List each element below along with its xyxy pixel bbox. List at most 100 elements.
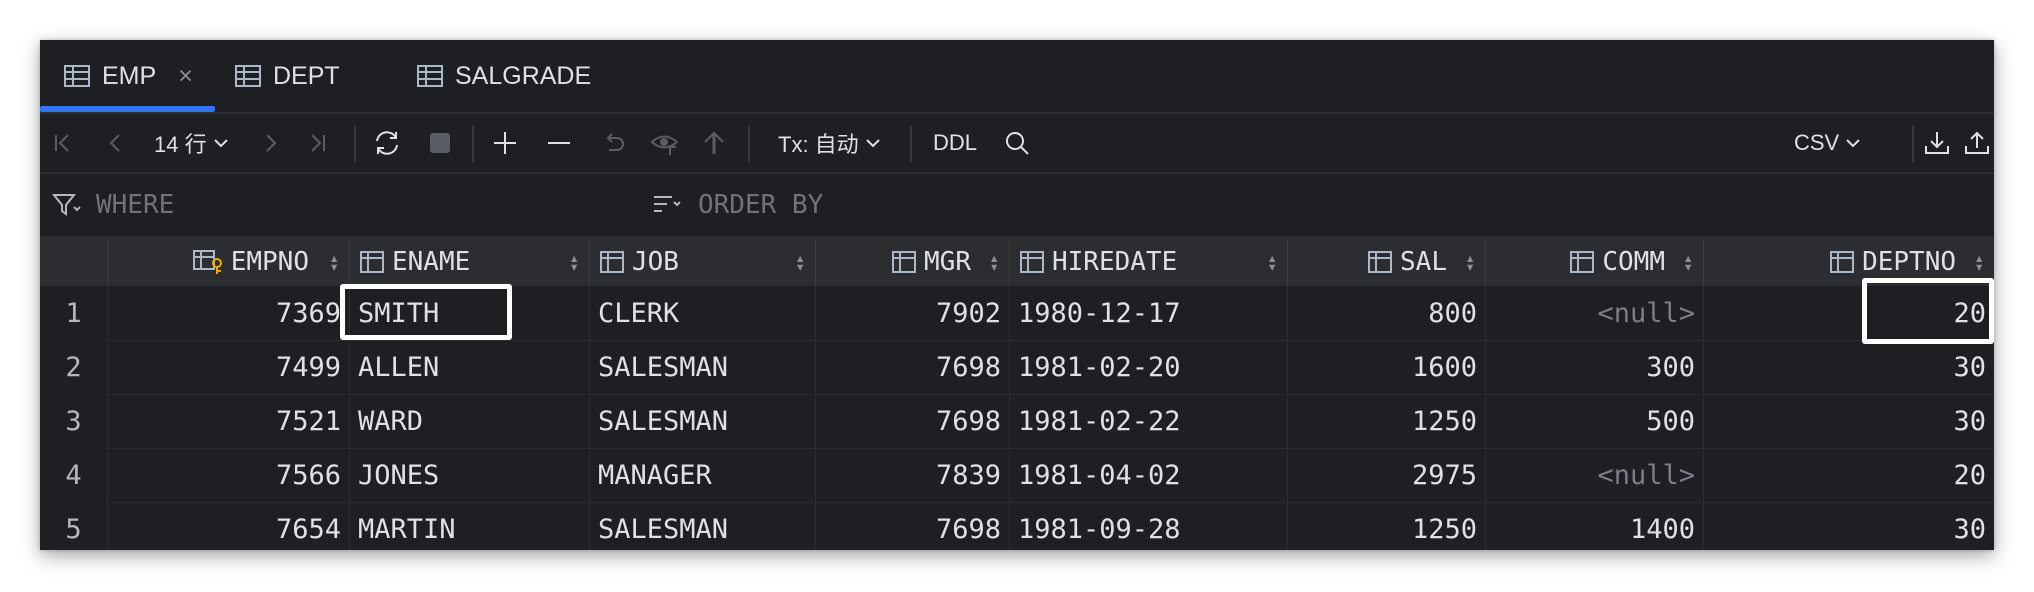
filter-icon[interactable]	[52, 174, 82, 236]
cell-sal[interactable]: 1250	[1288, 502, 1486, 550]
tab-emp[interactable]: EMP ×	[64, 40, 193, 112]
cell-deptno[interactable]: 30	[1704, 502, 1994, 550]
cell-comm[interactable]: 300	[1486, 340, 1704, 394]
upload-icon[interactable]	[1964, 114, 1990, 172]
cell-job[interactable]: SALESMAN	[590, 502, 816, 550]
toolbar-divider	[1912, 126, 1914, 162]
cell-ename[interactable]: MARTIN	[350, 502, 590, 550]
table-row[interactable]: 5 7654 MARTIN SALESMAN 7698 1981-09-28 1…	[40, 502, 1994, 550]
transaction-mode-dropdown[interactable]: Tx: 自动	[778, 114, 881, 172]
last-page-icon[interactable]	[306, 114, 328, 172]
transaction-mode-label: Tx: 自动	[778, 132, 859, 157]
where-input[interactable]: WHERE	[96, 174, 656, 236]
column-header-job[interactable]: JOB ▴ ▾	[590, 238, 816, 286]
table-row[interactable]: 1 7369 SMITH CLERK 7902 1980-12-17 800 <…	[40, 286, 1994, 341]
table-icon	[235, 65, 261, 87]
sort-toggle-icon[interactable]: ▴ ▾	[1683, 250, 1693, 275]
table-row[interactable]: 2 7499 ALLEN SALESMAN 7698 1981-02-20 16…	[40, 340, 1994, 395]
cell-mgr[interactable]: 7902	[816, 286, 1010, 340]
row-number[interactable]: 3	[40, 394, 108, 448]
cell-sal[interactable]: 2975	[1288, 448, 1486, 502]
cell-sal[interactable]: 1250	[1288, 394, 1486, 448]
column-header-ename[interactable]: ENAME ▴ ▾	[350, 238, 590, 286]
revert-icon[interactable]	[600, 114, 626, 172]
table-row[interactable]: 4 7566 JONES MANAGER 7839 1981-04-02 297…	[40, 448, 1994, 503]
row-number[interactable]: 5	[40, 502, 108, 550]
toolbar-divider	[354, 126, 356, 162]
stop-icon[interactable]	[428, 114, 452, 172]
tab-dept[interactable]: DEPT	[235, 40, 340, 112]
tab-label: DEPT	[273, 61, 340, 90]
column-header-mgr[interactable]: MGR ▴ ▾	[816, 238, 1010, 286]
cell-deptno[interactable]: 30	[1704, 340, 1994, 394]
primary-key-column-icon	[192, 249, 225, 275]
add-row-icon[interactable]	[492, 114, 518, 172]
tab-salgrade[interactable]: SALGRADE	[417, 40, 591, 112]
next-page-icon[interactable]	[260, 114, 282, 172]
row-number[interactable]: 4	[40, 448, 108, 502]
column-header-hiredate[interactable]: HIREDATE ▴ ▾	[1010, 238, 1288, 286]
search-icon[interactable]	[1004, 114, 1030, 172]
row-count-dropdown[interactable]: 14 行	[154, 114, 229, 172]
cell-ename[interactable]: JONES	[350, 448, 590, 502]
sort-toggle-icon[interactable]: ▴ ▾	[329, 250, 339, 275]
cell-sal[interactable]: 1600	[1288, 340, 1486, 394]
previous-page-icon[interactable]	[104, 114, 126, 172]
close-icon[interactable]: ×	[178, 62, 193, 91]
cell-hiredate[interactable]: 1981-04-02	[1010, 448, 1288, 502]
cell-ename[interactable]: WARD	[350, 394, 590, 448]
sort-toggle-icon[interactable]: ▴ ▾	[795, 250, 805, 275]
cell-deptno[interactable]: 30	[1704, 394, 1994, 448]
column-header-empno[interactable]: EMPNO ▴ ▾	[108, 238, 350, 286]
table-row[interactable]: 3 7521 WARD SALESMAN 7698 1981-02-22 125…	[40, 394, 1994, 449]
cell-empno[interactable]: 7566	[108, 448, 350, 502]
cell-job[interactable]: CLERK	[590, 286, 816, 340]
cell-empno[interactable]: 7521	[108, 394, 350, 448]
cell-sal[interactable]: 800	[1288, 286, 1486, 340]
sort-toggle-icon[interactable]: ▴ ▾	[1465, 250, 1475, 275]
delete-row-icon[interactable]	[546, 114, 572, 172]
cell-mgr[interactable]: 7698	[816, 340, 1010, 394]
cell-empno[interactable]: 7499	[108, 340, 350, 394]
cell-mgr[interactable]: 7698	[816, 394, 1010, 448]
cell-mgr[interactable]: 7698	[816, 502, 1010, 550]
preview-changes-icon[interactable]	[650, 114, 680, 172]
cell-hiredate[interactable]: 1980-12-17	[1010, 286, 1288, 340]
cell-empno[interactable]: 7369	[108, 286, 350, 340]
cell-comm[interactable]: <null>	[1486, 448, 1704, 502]
chevron-down-icon	[1845, 137, 1861, 149]
cell-job[interactable]: SALESMAN	[590, 340, 816, 394]
sort-icon[interactable]	[652, 174, 682, 236]
cell-hiredate[interactable]: 1981-02-22	[1010, 394, 1288, 448]
sort-toggle-icon[interactable]: ▴ ▾	[569, 250, 579, 275]
column-header-comm[interactable]: COMM ▴ ▾	[1486, 238, 1704, 286]
column-header-sal[interactable]: SAL ▴ ▾	[1288, 238, 1486, 286]
export-format-dropdown[interactable]: CSV	[1794, 114, 1861, 172]
order-by-input[interactable]: ORDER BY	[698, 174, 1898, 236]
export-format-label: CSV	[1794, 130, 1840, 155]
cell-comm[interactable]: 500	[1486, 394, 1704, 448]
download-icon[interactable]	[1924, 114, 1950, 172]
highlight-box-ename	[340, 284, 512, 340]
row-number[interactable]: 2	[40, 340, 108, 394]
cell-ename[interactable]: ALLEN	[350, 340, 590, 394]
cell-hiredate[interactable]: 1981-02-20	[1010, 340, 1288, 394]
cell-job[interactable]: SALESMAN	[590, 394, 816, 448]
submit-icon[interactable]	[702, 114, 726, 172]
cell-deptno[interactable]: 20	[1704, 448, 1994, 502]
cell-mgr[interactable]: 7839	[816, 448, 1010, 502]
cell-hiredate[interactable]: 1981-09-28	[1010, 502, 1288, 550]
sort-toggle-icon[interactable]: ▴ ▾	[1267, 250, 1277, 275]
first-page-icon[interactable]	[52, 114, 74, 172]
row-number[interactable]: 1	[40, 286, 108, 340]
cell-comm[interactable]: 1400	[1486, 502, 1704, 550]
cell-comm[interactable]: <null>	[1486, 286, 1704, 340]
cell-job[interactable]: MANAGER	[590, 448, 816, 502]
refresh-icon[interactable]	[372, 114, 402, 172]
cell-empno[interactable]: 7654	[108, 502, 350, 550]
column-icon	[1020, 251, 1044, 273]
sort-toggle-icon[interactable]: ▴ ▾	[1974, 250, 1984, 275]
toolbar-divider	[910, 126, 912, 162]
ddl-button[interactable]: DDL	[933, 114, 977, 172]
sort-toggle-icon[interactable]: ▴ ▾	[989, 250, 999, 275]
